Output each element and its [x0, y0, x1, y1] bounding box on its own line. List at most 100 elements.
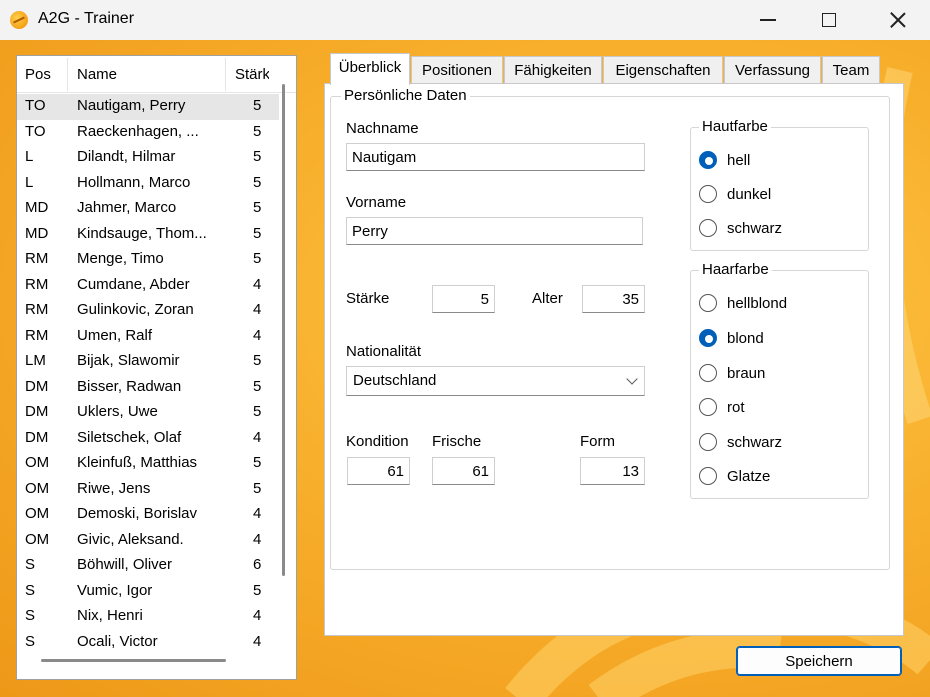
radio-button[interactable] [699, 219, 717, 237]
firstname-input[interactable] [346, 217, 643, 245]
hair-color-group: Haarfarbe hellblond blond braun rot schw… [690, 261, 869, 499]
table-row[interactable]: OM Kleinfuß, Matthias 5 [17, 451, 279, 477]
list-header: Pos Name Stärke [17, 56, 296, 93]
cell-strength: 4 [253, 607, 262, 624]
cell-strength: 4 [253, 301, 262, 318]
table-row[interactable]: RM Menge, Timo 5 [17, 247, 279, 273]
table-row[interactable]: DM Bisser, Radwan 5 [17, 375, 279, 401]
table-row[interactable]: TO Raeckenhagen, ... 5 [17, 120, 279, 146]
column-header-strength[interactable]: Stärke [235, 66, 269, 83]
table-row[interactable]: S Böhwill, Oliver 6 [17, 553, 279, 579]
group-title: Persönliche Daten [341, 87, 470, 104]
cell-name: Riwe, Jens [77, 479, 151, 497]
freshness-input[interactable] [432, 457, 495, 485]
tab-positionen[interactable]: Positionen [411, 56, 503, 83]
table-row[interactable]: MD Jahmer, Marco 5 [17, 196, 279, 222]
radio-label: dunkel [727, 185, 772, 203]
cell-strength: 5 [253, 377, 262, 395]
cell-name: Nautigam, Perry [77, 97, 186, 114]
cell-pos: TO [25, 97, 46, 114]
tab-verfassung[interactable]: Verfassung [724, 56, 821, 83]
nationality-select[interactable]: Deutschland [346, 366, 645, 396]
cell-pos: OM [25, 454, 50, 471]
column-separator [67, 58, 68, 91]
lastname-input[interactable] [346, 143, 645, 171]
app-ball-icon [10, 11, 28, 29]
cell-name: Bijak, Slawomir [77, 352, 180, 369]
radio-skin-dunkel[interactable]: dunkel [699, 183, 771, 205]
table-row[interactable]: MD Kindsauge, Thom... 5 [17, 222, 279, 248]
minimize-button[interactable] [740, 0, 796, 40]
cell-name: Vumic, Igor [77, 581, 153, 599]
table-row[interactable]: OM Demoski, Borislav 4 [17, 502, 279, 528]
save-button[interactable]: Speichern [736, 646, 902, 676]
radio-hair-rot[interactable]: rot [699, 396, 745, 418]
table-row[interactable]: L Hollmann, Marco 5 [17, 171, 279, 197]
radio-hair-schwarz[interactable]: schwarz [699, 431, 782, 453]
radio-hair-blond[interactable]: blond [699, 327, 764, 349]
radio-button[interactable] [699, 151, 717, 169]
cell-name: Demoski, Borislav [77, 505, 198, 522]
tab-eigenschaften[interactable]: Eigenschaften [603, 56, 723, 83]
condition-input[interactable] [347, 457, 410, 485]
radio-label: rot [727, 398, 745, 416]
radio-button[interactable] [699, 433, 717, 451]
radio-button[interactable] [699, 467, 717, 485]
cell-pos: MD [25, 224, 49, 242]
table-row[interactable]: RM Gulinkovic, Zoran 4 [17, 298, 279, 324]
player-list[interactable]: Pos Name Stärke TO Nautigam, Perry 5 TO Rae… [16, 55, 297, 680]
radio-button[interactable] [699, 364, 717, 382]
radio-button[interactable] [699, 398, 717, 416]
cell-pos: RM [25, 326, 49, 344]
cell-name: Givic, Aleksand. [77, 530, 184, 548]
strength-input[interactable] [432, 285, 495, 313]
table-row[interactable]: OM Riwe, Jens 5 [17, 477, 279, 503]
table-row[interactable]: S Vumic, Igor 5 [17, 579, 279, 605]
vertical-scrollbar[interactable] [282, 84, 285, 576]
cell-pos: OM [25, 530, 50, 548]
cell-strength: 5 [253, 122, 262, 140]
tab-faehigkeiten[interactable]: Fähigkeiten [504, 56, 602, 83]
cell-name: Nix, Henri [77, 607, 143, 624]
cell-pos: L [25, 173, 34, 191]
radio-hair-hellblond[interactable]: hellblond [699, 292, 787, 314]
column-header-pos[interactable]: Pos [25, 66, 51, 83]
radio-button[interactable] [699, 185, 717, 203]
tab-ueberblick[interactable]: Überblick [330, 53, 410, 85]
table-row[interactable]: S Nix, Henri 4 [17, 604, 279, 630]
radio-button[interactable] [699, 294, 717, 312]
table-row[interactable]: RM Cumdane, Abder 4 [17, 273, 279, 299]
radio-label: schwarz [727, 219, 783, 237]
column-header-name[interactable]: Name [77, 66, 117, 83]
tab-team[interactable]: Team [822, 56, 880, 83]
cell-pos: TO [25, 122, 46, 140]
table-row[interactable]: LM Bijak, Slawomir 5 [17, 349, 279, 375]
radio-label: schwarz [727, 433, 783, 451]
maximize-button[interactable] [801, 0, 857, 40]
radio-skin-schwarz[interactable]: schwarz [699, 217, 782, 239]
table-row[interactable]: RM Umen, Ralf 4 [17, 324, 279, 350]
cell-strength: 4 [253, 632, 262, 650]
table-row[interactable]: DM Uklers, Uwe 5 [17, 400, 279, 426]
radio-skin-hell[interactable]: hell [699, 149, 750, 171]
radio-hair-braun[interactable]: braun [699, 362, 765, 384]
cell-strength: 5 [253, 250, 262, 267]
table-row[interactable]: DM Siletschek, Olaf 4 [17, 426, 279, 452]
cell-pos: OM [25, 479, 50, 497]
cell-strength: 5 [253, 97, 262, 114]
form-input[interactable] [580, 457, 645, 485]
close-button[interactable] [870, 0, 926, 40]
skin-color-group: Hautfarbe hell dunkel schwarz [690, 118, 869, 251]
age-input[interactable] [582, 285, 645, 313]
cell-name: Siletschek, Olaf [77, 428, 182, 446]
table-row[interactable]: OM Givic, Aleksand. 4 [17, 528, 279, 554]
table-row[interactable]: TO Nautigam, Perry 5 [17, 94, 279, 120]
radio-button[interactable] [699, 329, 717, 347]
table-row[interactable]: L Dilandt, Hilmar 5 [17, 145, 279, 171]
cell-strength: 5 [253, 581, 262, 599]
table-row[interactable]: S Ocali, Victor 4 [17, 630, 279, 656]
horizontal-scrollbar[interactable] [41, 659, 226, 662]
radio-hair-glatze[interactable]: Glatze [699, 465, 770, 487]
radio-label: hell [727, 151, 751, 169]
cell-name: Kleinfuß, Matthias [77, 454, 198, 471]
